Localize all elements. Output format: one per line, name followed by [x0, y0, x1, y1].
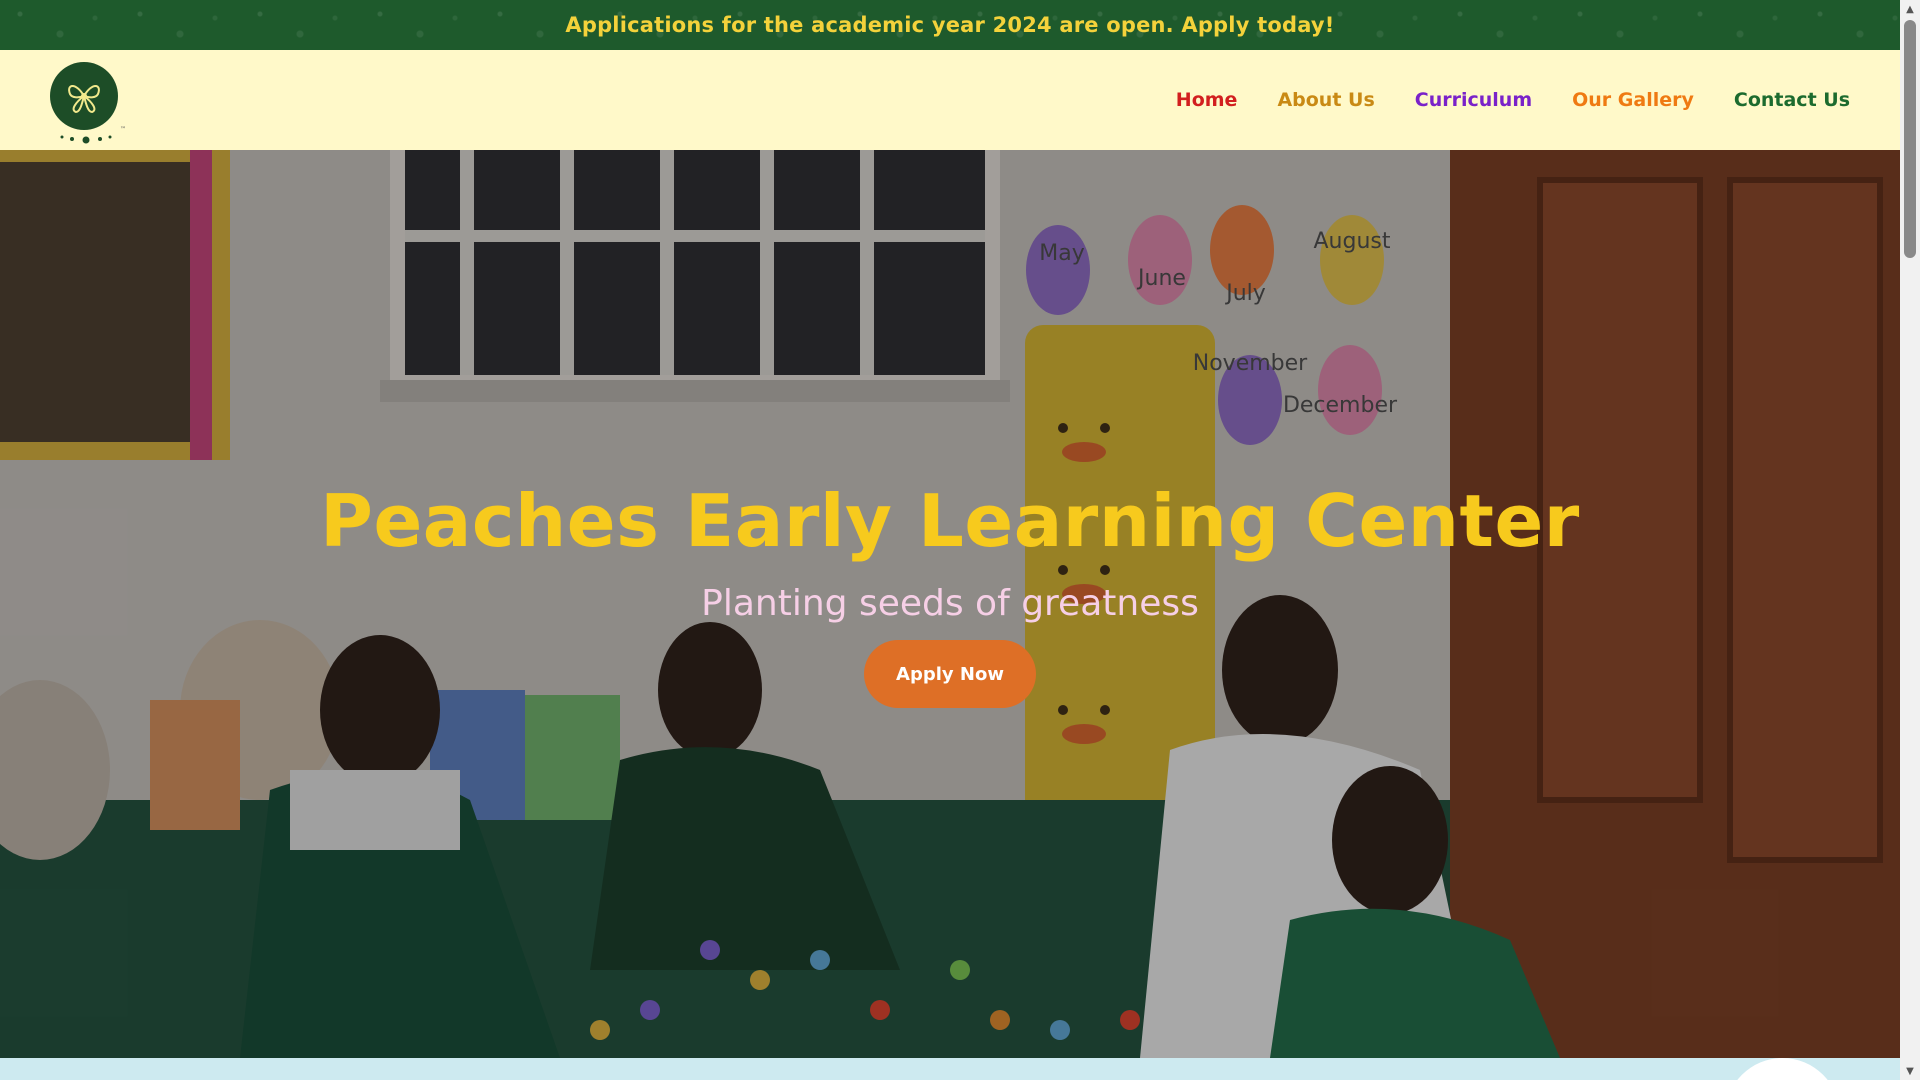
hero-title: Peaches Early Learning Center [320, 479, 1580, 563]
site-logo[interactable]: ™ [48, 56, 128, 144]
trademark-mark: ™ [120, 126, 126, 133]
page-scrollbar[interactable]: ▲ ▼ [1900, 0, 1920, 1080]
hero-section: May June July August November December Peache… [0, 150, 1900, 1058]
main-nav: Home About Us Curriculum Our Gallery Con… [1176, 89, 1850, 111]
nav-our-gallery[interactable]: Our Gallery [1572, 89, 1694, 111]
apply-now-button[interactable]: Apply Now [864, 640, 1036, 708]
site-header: ™ Home About Us Curriculum Our Gallery C… [0, 50, 1900, 150]
announcement-bar: Applications for the academic year 2024 … [0, 0, 1900, 50]
hero-content: Peaches Early Learning Center Planting s… [0, 485, 1900, 708]
announcement-text: Applications for the academic year 2024 … [565, 13, 1335, 37]
scroll-down-arrow-icon[interactable]: ▼ [1900, 1062, 1920, 1080]
nav-home[interactable]: Home [1176, 89, 1238, 111]
butterfly-logo-icon [50, 62, 118, 130]
nav-contact-us[interactable]: Contact Us [1734, 89, 1850, 111]
next-section-edge [0, 1058, 1900, 1080]
nav-about-us[interactable]: About Us [1277, 89, 1374, 111]
scroll-up-arrow-icon[interactable]: ▲ [1900, 0, 1920, 18]
nav-curriculum[interactable]: Curriculum [1415, 89, 1532, 111]
hero-subtitle: Planting seeds of greatness [701, 583, 1199, 624]
logo-dots-decoration [60, 135, 112, 144]
scrollbar-thumb[interactable] [1904, 20, 1916, 258]
